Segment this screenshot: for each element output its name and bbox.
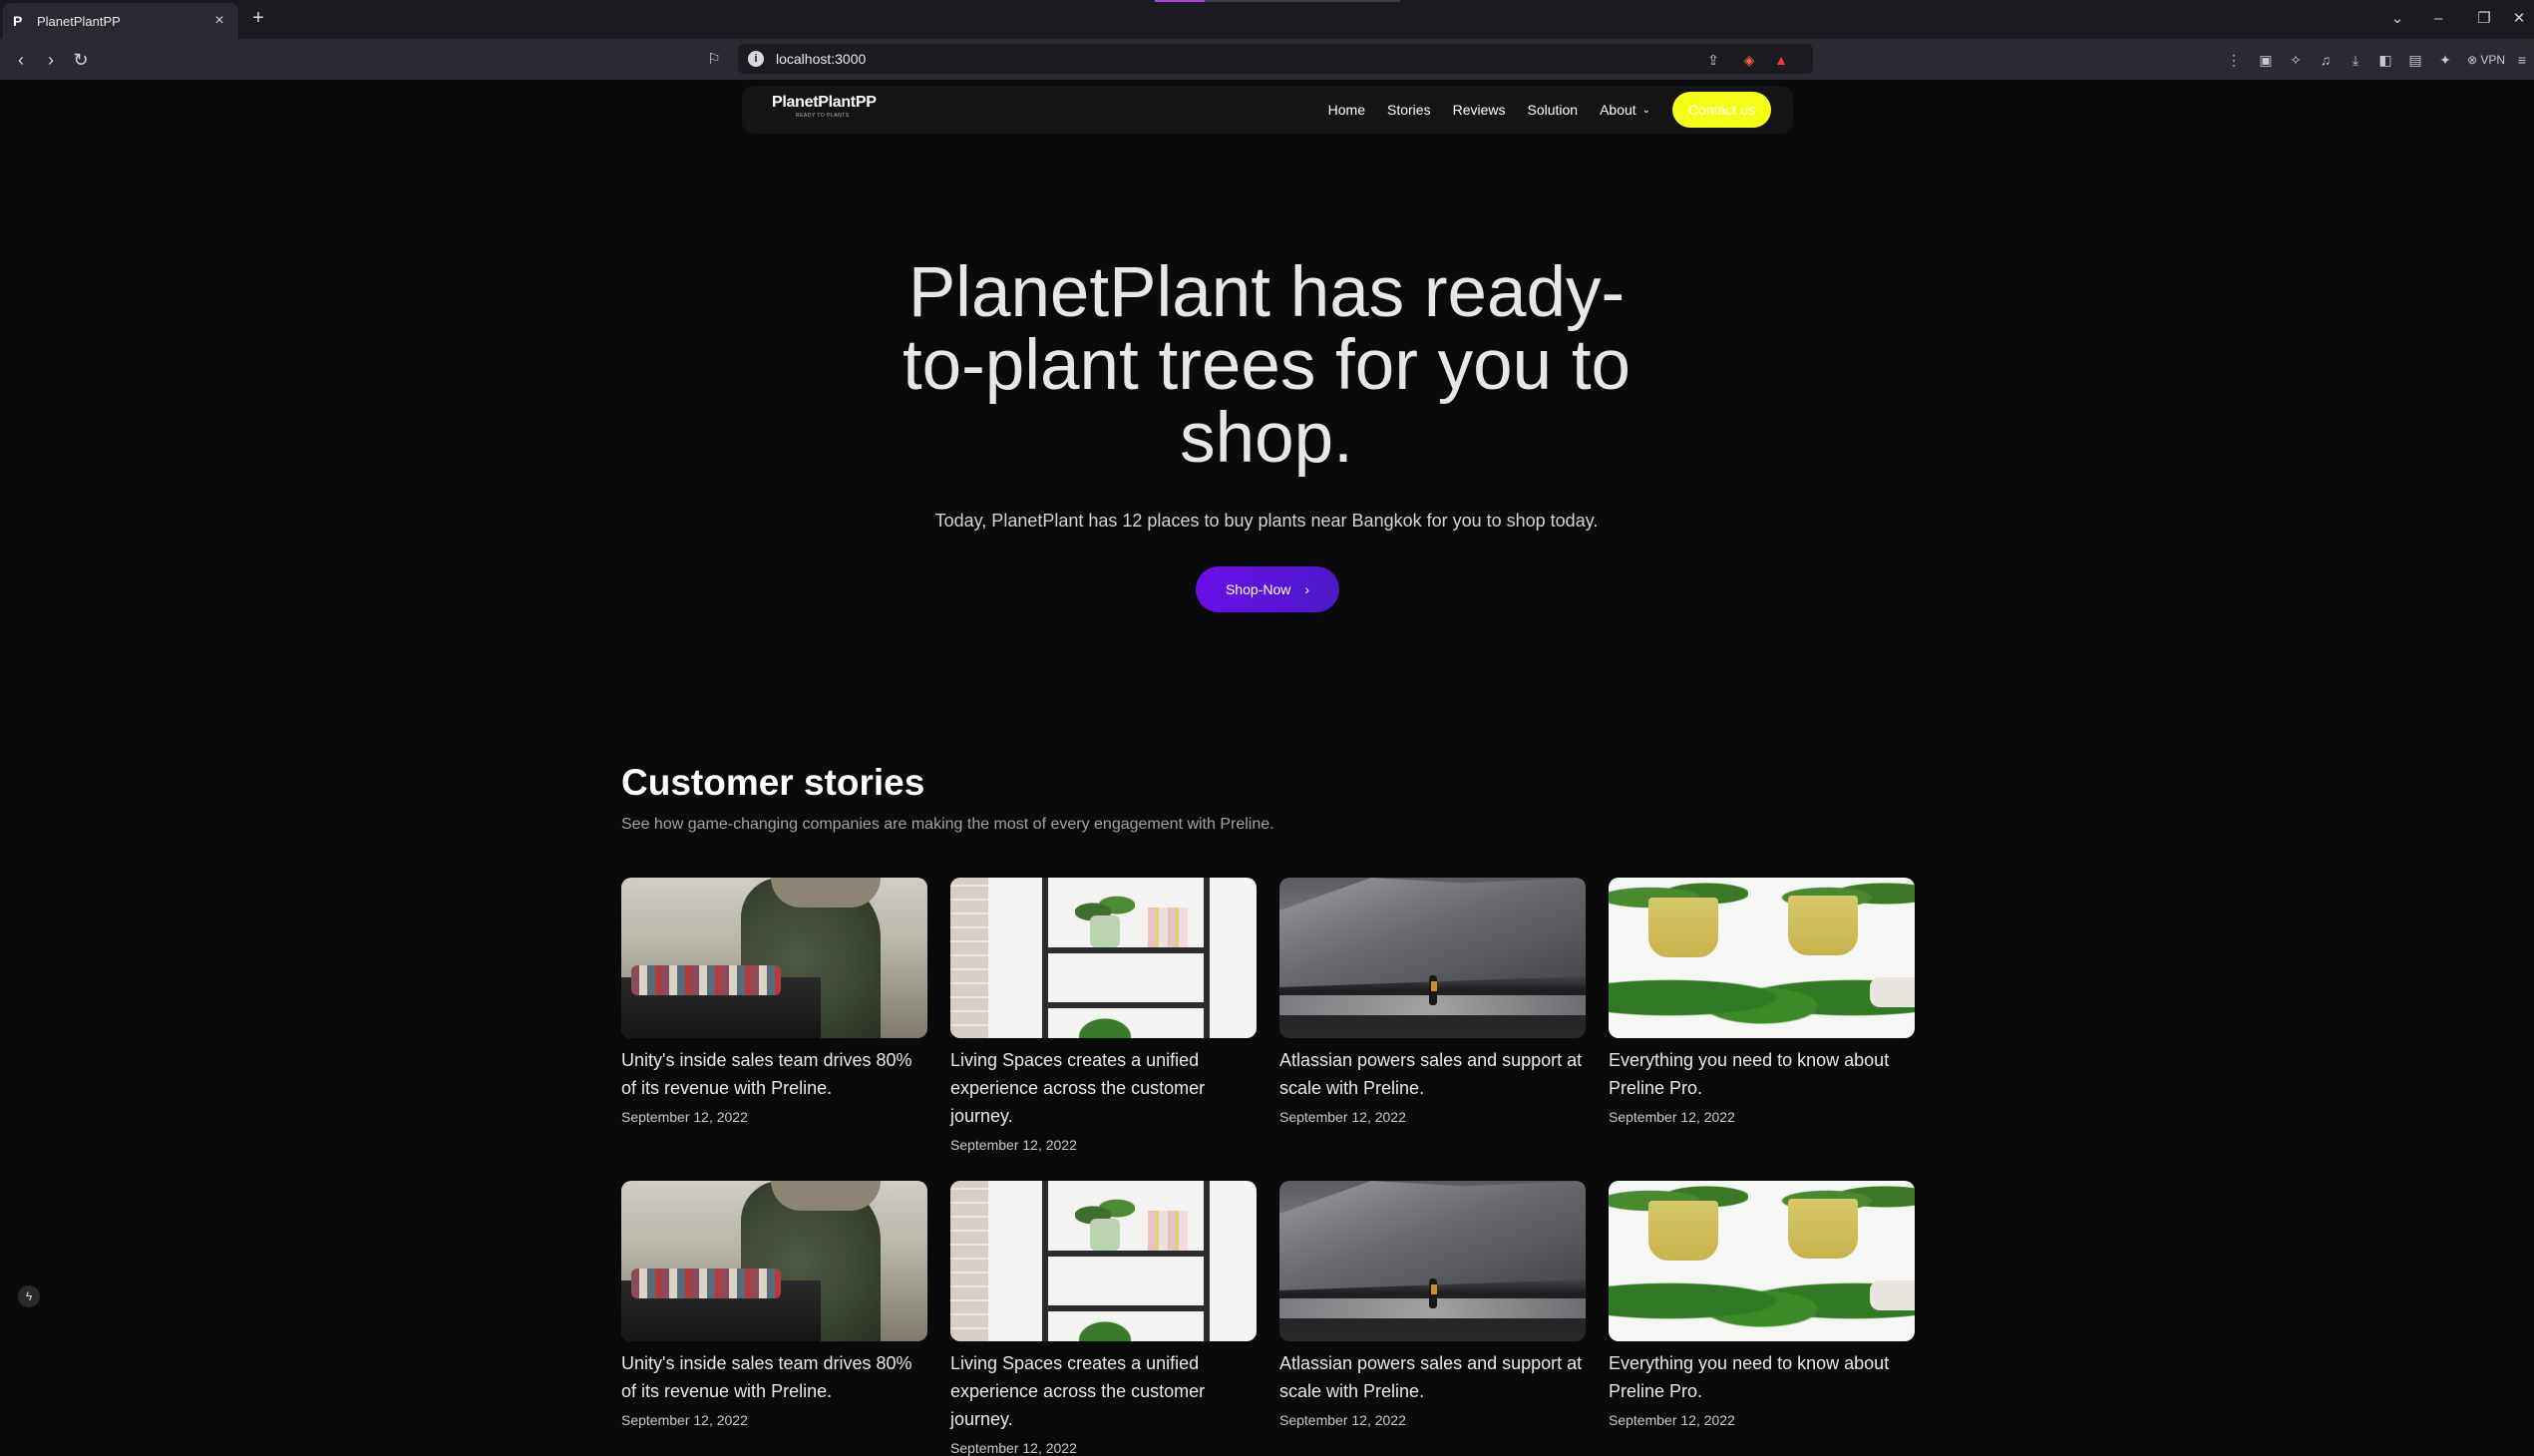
window-close-icon[interactable]: ✕	[2504, 6, 2534, 32]
site-header: PlanetPlantPP READY TO PLANTS Home Stori…	[742, 86, 1793, 134]
story-card[interactable]: Unity's inside sales team drives 80% of …	[621, 878, 927, 1125]
brave-shield-icon[interactable]: ◈	[1739, 50, 1759, 70]
story-title: Unity's inside sales team drives 80% of …	[621, 1353, 912, 1401]
story-image	[621, 1181, 927, 1341]
vpn-button[interactable]: ⊗ VPN	[2467, 50, 2505, 70]
hero-subtitle: Today, PlanetPlant has 12 places to buy …	[934, 511, 1599, 531]
story-card[interactable]: Living Spaces creates a unified experien…	[950, 878, 1257, 1153]
story-date: September 12, 2022	[621, 1109, 748, 1125]
site-info-icon[interactable]: i	[748, 51, 764, 67]
story-card[interactable]: Everything you need to know about Prelin…	[1609, 1181, 1915, 1428]
story-date: September 12, 2022	[1609, 1109, 1735, 1125]
story-card[interactable]: Everything you need to know about Prelin…	[1609, 878, 1915, 1125]
page-content: PlanetPlantPP READY TO PLANTS Home Stori…	[0, 80, 2534, 1456]
story-title: Atlassian powers sales and support at sc…	[1279, 1050, 1583, 1098]
nav-reviews[interactable]: Reviews	[1453, 102, 1506, 118]
story-date: September 12, 2022	[1609, 1412, 1735, 1428]
close-icon[interactable]: ×	[210, 12, 228, 30]
contact-us-button[interactable]: Contact us	[1672, 92, 1771, 128]
vpn-label: VPN	[2480, 53, 2506, 67]
nav-about[interactable]: About ⌄	[1600, 102, 1650, 118]
story-date: September 12, 2022	[950, 1137, 1077, 1153]
story-title: Living Spaces creates a unified experien…	[950, 1353, 1206, 1429]
puzzle-icon[interactable]: ✧	[2286, 50, 2306, 70]
chevron-down-icon: ⌄	[1641, 104, 1651, 116]
chevron-right-icon: ›	[1304, 581, 1310, 597]
image-icon[interactable]: ▣	[2256, 50, 2276, 70]
minimize-icon[interactable]: –	[2423, 6, 2453, 32]
hero-title-line-1: PlanetPlant has ready-	[907, 253, 1626, 332]
tab-title: PlanetPlantPP	[37, 13, 121, 29]
download-icon[interactable]: ⤓	[2346, 50, 2365, 70]
story-image	[1279, 878, 1586, 1038]
restore-icon[interactable]: ❐	[2469, 6, 2499, 32]
shop-now-button[interactable]: Shop-Now ›	[1196, 566, 1339, 612]
story-card[interactable]: Unity's inside sales team drives 80% of …	[621, 1181, 927, 1428]
brave-rewards-icon[interactable]: ▲	[1771, 50, 1791, 70]
story-card[interactable]: Atlassian powers sales and support at sc…	[1279, 1181, 1586, 1428]
browser-toolbar: ‹ › ↻ ⚐ i localhost:3000 ⇪ ◈ ▲ ⋮ ▣ ✧ ♫ ⤓…	[0, 39, 2534, 80]
logo-text: PlanetPlantPP	[772, 94, 877, 111]
browser-tab[interactable]: P PlanetPlantPP ×	[3, 3, 238, 39]
story-title: Everything you need to know about Prelin…	[1609, 1353, 1890, 1401]
tab-list-chevron-icon[interactable]: ⌄	[2382, 6, 2412, 32]
stories-title: Customer stories	[621, 762, 925, 803]
bookmark-icon[interactable]: ⚐	[702, 48, 726, 72]
browser-tab-bar: P PlanetPlantPP × + ⌄ – ❐ ✕	[0, 0, 2534, 39]
story-image	[1609, 1181, 1915, 1341]
media-indicator	[1155, 0, 1205, 2]
story-date: September 12, 2022	[1279, 1109, 1406, 1125]
story-title: Atlassian powers sales and support at sc…	[1279, 1353, 1583, 1401]
logo-tagline: READY TO PLANTS	[796, 113, 850, 119]
hero-title-line-2: to-plant trees for you to	[902, 326, 1631, 405]
hero-title-line-3: shop.	[1180, 399, 1353, 478]
story-title: Living Spaces creates a unified experien…	[950, 1050, 1206, 1126]
hero-title: PlanetPlant has ready- to-plant trees fo…	[868, 256, 1665, 475]
story-date: September 12, 2022	[621, 1412, 748, 1428]
wallet-icon[interactable]: ▤	[2405, 50, 2425, 70]
story-title: Everything you need to know about Prelin…	[1609, 1050, 1890, 1098]
forward-icon[interactable]: ›	[39, 48, 63, 72]
story-image	[950, 878, 1257, 1038]
favicon-icon: P	[13, 13, 23, 29]
story-card[interactable]: Atlassian powers sales and support at sc…	[1279, 878, 1586, 1125]
story-image	[950, 1181, 1257, 1341]
reload-icon[interactable]: ↻	[69, 48, 93, 72]
media-indicator-track	[1205, 0, 1400, 2]
menu-icon[interactable]: ≡	[2512, 50, 2532, 70]
story-image	[621, 878, 927, 1038]
nav-about-label: About	[1600, 102, 1636, 118]
story-card[interactable]: Living Spaces creates a unified experien…	[950, 1181, 1257, 1456]
extension-icon[interactable]: ⋮	[2224, 50, 2244, 70]
shop-now-label: Shop-Now	[1225, 581, 1291, 597]
nav-solution[interactable]: Solution	[1527, 102, 1578, 118]
stories-subtitle: See how game-changing companies are maki…	[621, 816, 1274, 833]
nav-stories[interactable]: Stories	[1387, 102, 1431, 118]
share-icon[interactable]: ⇪	[1703, 50, 1723, 70]
address-bar[interactable]: i localhost:3000 ⇪ ◈ ▲	[738, 44, 1813, 74]
story-image	[1609, 878, 1915, 1038]
story-title: Unity's inside sales team drives 80% of …	[621, 1050, 912, 1098]
story-date: September 12, 2022	[1279, 1412, 1406, 1428]
music-icon[interactable]: ♫	[2316, 50, 2336, 70]
back-icon[interactable]: ‹	[9, 48, 33, 72]
lightning-icon[interactable]: ϟ	[18, 1285, 40, 1307]
logo[interactable]: PlanetPlantPP READY TO PLANTS	[772, 94, 877, 119]
url-text[interactable]: localhost:3000	[776, 51, 866, 67]
story-date: September 12, 2022	[950, 1440, 1077, 1456]
leo-ai-icon[interactable]: ✦	[2435, 50, 2455, 70]
story-image	[1279, 1181, 1586, 1341]
nav-home[interactable]: Home	[1328, 102, 1365, 118]
main-nav: Home Stories Reviews Solution About ⌄ Co…	[1328, 86, 1793, 134]
sidebar-icon[interactable]: ◧	[2375, 50, 2395, 70]
new-tab-button[interactable]: +	[247, 7, 269, 29]
